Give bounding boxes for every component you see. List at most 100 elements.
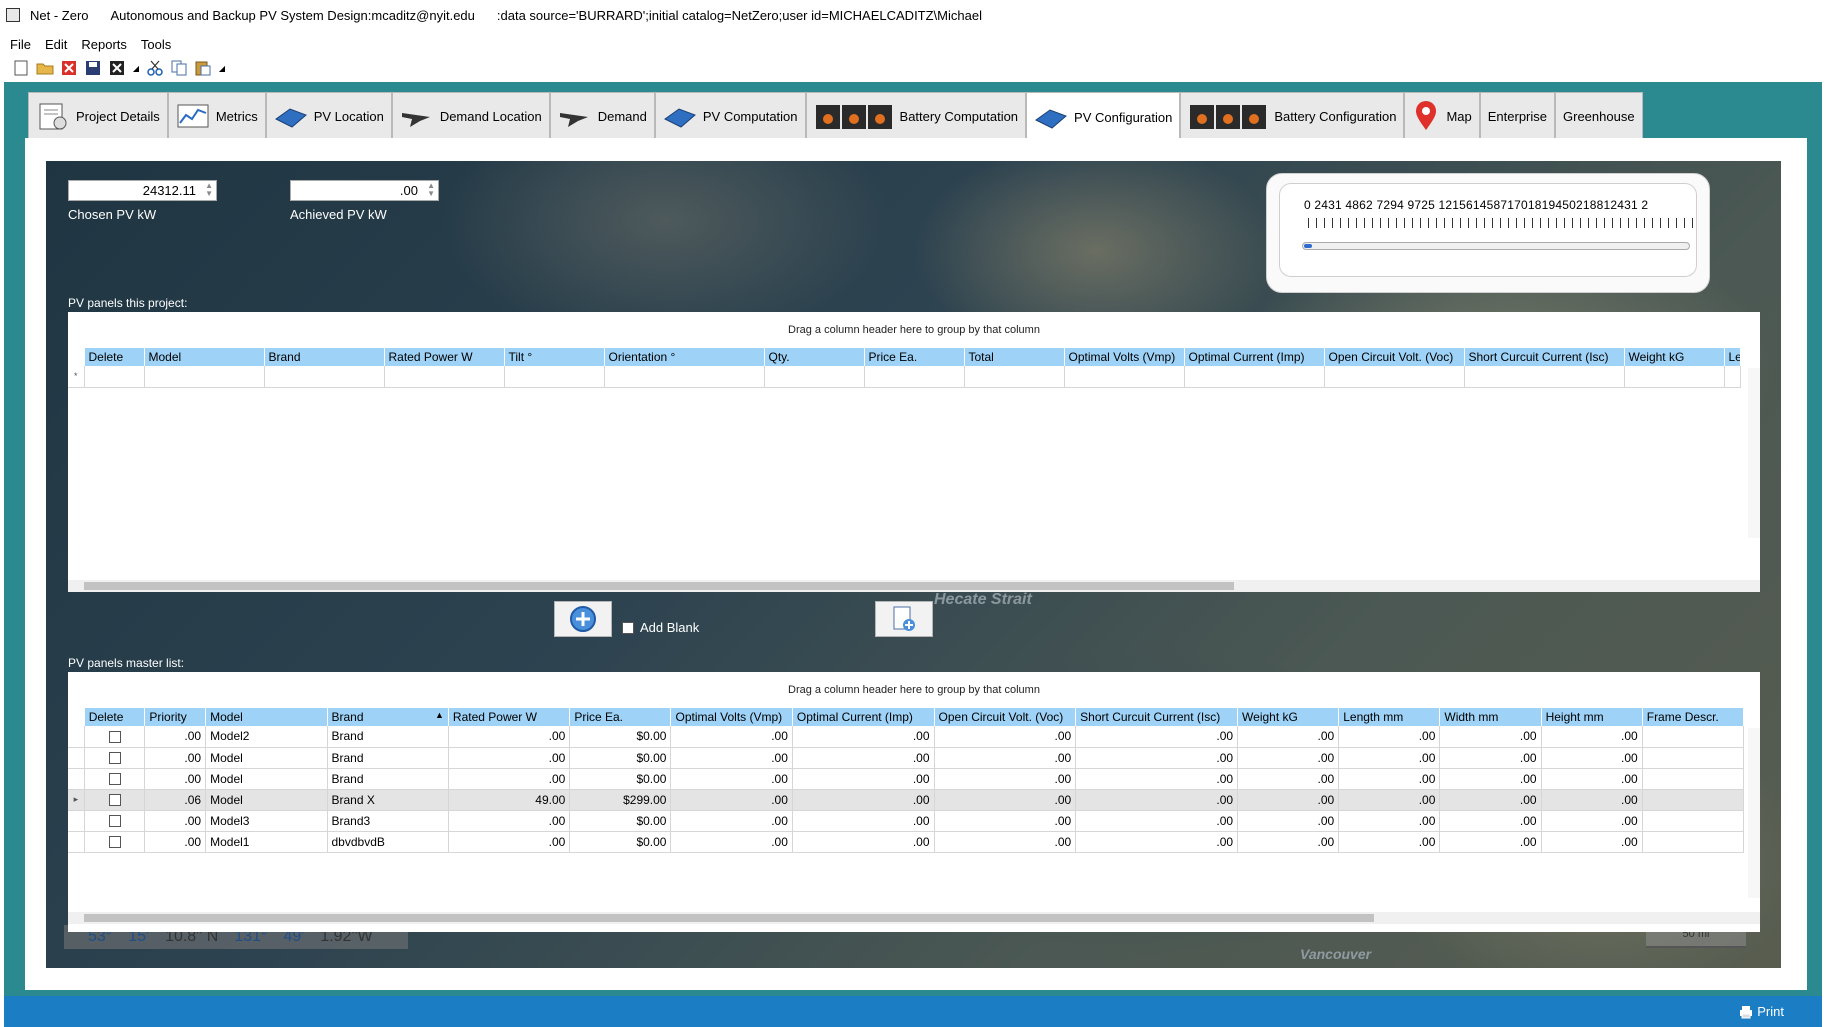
checkbox[interactable] xyxy=(108,815,121,828)
menu-file[interactable]: File xyxy=(10,37,31,52)
project-vscroll[interactable] xyxy=(1748,368,1760,538)
menu-tools[interactable]: Tools xyxy=(141,37,171,52)
delete-checkbox[interactable] xyxy=(84,789,146,811)
col-delete[interactable]: Delete xyxy=(84,708,146,726)
tab-project-details[interactable]: Project Details xyxy=(28,92,168,139)
copy-icon[interactable] xyxy=(170,59,188,77)
col-total[interactable]: Total xyxy=(964,348,1065,366)
delete-checkbox[interactable] xyxy=(84,810,146,832)
scroll-thumb[interactable] xyxy=(84,582,1234,590)
cut-icon[interactable] xyxy=(146,59,164,77)
checkbox[interactable] xyxy=(108,794,121,807)
tab-pv-configuration[interactable]: PV Configuration xyxy=(1026,92,1181,141)
col-rated-power[interactable]: Rated Power W xyxy=(384,348,505,366)
col-tilt[interactable]: Tilt ° xyxy=(504,348,605,366)
paste-icon[interactable] xyxy=(194,59,212,77)
checkbox[interactable] xyxy=(108,731,121,744)
open-folder-icon[interactable] xyxy=(36,59,54,77)
col-model[interactable]: Model xyxy=(144,348,265,366)
col-length[interactable]: Len xyxy=(1724,348,1741,366)
gauge-slider[interactable] xyxy=(1302,242,1690,250)
delete-checkbox[interactable] xyxy=(84,747,146,769)
checkbox[interactable] xyxy=(108,773,121,786)
col-price[interactable]: Price Ea. xyxy=(864,348,965,366)
cell-weight: .00 xyxy=(1237,831,1340,853)
master-hscroll[interactable] xyxy=(68,912,1760,924)
checkbox[interactable] xyxy=(108,752,121,765)
col-vmp[interactable]: Optimal Volts (Vmp) xyxy=(1064,348,1185,366)
col-voc[interactable]: Open Circuit Volt. (Voc) xyxy=(934,708,1077,726)
tab-battery-computation[interactable]: Battery Computation xyxy=(805,92,1027,139)
col-voc[interactable]: Open Circuit Volt. (Voc) xyxy=(1324,348,1465,366)
menu-reports[interactable]: Reports xyxy=(81,37,127,52)
col-height[interactable]: Height mm xyxy=(1541,708,1643,726)
tab-map[interactable]: Map xyxy=(1404,92,1480,139)
gauge-frame: 0 2431 4862 7294 9725 121561458717018194… xyxy=(1279,183,1700,277)
tab-demand-location[interactable]: Demand Location xyxy=(391,92,550,139)
new-row[interactable]: * xyxy=(68,366,1741,388)
chosen-pv-input[interactable]: 24312.11 ▲ ▼ xyxy=(68,180,217,201)
col-brand[interactable]: Brand ▲ xyxy=(327,708,449,726)
tab-battery-configuration[interactable]: Battery Configuration xyxy=(1180,92,1405,139)
delete-checkbox[interactable] xyxy=(84,726,146,748)
col-price[interactable]: Price Ea. xyxy=(569,708,672,726)
spinner-icon[interactable]: ▲ ▼ xyxy=(427,182,435,198)
battery-icon xyxy=(815,105,892,129)
tab-metrics[interactable]: Metrics xyxy=(167,92,266,139)
col-length[interactable]: Length mm xyxy=(1338,708,1441,726)
master-vscroll[interactable] xyxy=(1748,728,1760,898)
scroll-thumb[interactable] xyxy=(84,914,1374,922)
col-qty[interactable]: Qty. xyxy=(764,348,865,366)
delete-checkbox[interactable] xyxy=(84,831,146,853)
add-panel-button[interactable] xyxy=(554,601,612,637)
toolbar-dropdown-icon[interactable]: ◢ xyxy=(132,59,140,77)
cell-width: .00 xyxy=(1439,789,1542,811)
checkbox-box[interactable] xyxy=(622,621,634,634)
spinner-icon[interactable]: ▲ ▼ xyxy=(205,182,213,198)
col-width[interactable]: Width mm xyxy=(1439,708,1542,726)
cell-vmp: .00 xyxy=(670,831,793,853)
new-panel-button[interactable] xyxy=(875,601,933,637)
col-weight[interactable]: Weight kG xyxy=(1624,348,1725,366)
tab-demand[interactable]: Demand xyxy=(549,92,655,139)
menu-edit[interactable]: Edit xyxy=(45,37,67,52)
col-delete[interactable]: Delete xyxy=(84,348,145,366)
tab-enterprise[interactable]: Enterprise xyxy=(1479,92,1555,139)
tab-pv-computation[interactable]: PV Computation xyxy=(654,92,806,139)
col-frame[interactable]: Frame Descr. xyxy=(1642,708,1745,726)
col-brand[interactable]: Brand xyxy=(264,348,385,366)
save-icon[interactable] xyxy=(84,59,102,77)
table-row[interactable]: .00 Model1 dbvdbvdB .00 $0.00.00.00.00.00.00… xyxy=(68,831,1745,853)
col-imp[interactable]: Optimal Current (Imp) xyxy=(1184,348,1325,366)
close-black-icon[interactable] xyxy=(108,59,126,77)
col-weight[interactable]: Weight kG xyxy=(1237,708,1340,726)
col-imp[interactable]: Optimal Current (Imp) xyxy=(792,708,935,726)
table-row[interactable]: .00 Model3 Brand3.00 $0.00.00.00.00.00.00.0… xyxy=(68,810,1745,832)
col-isc[interactable]: Short Curcuit Current (Isc) xyxy=(1075,708,1239,726)
toolbar-dropdown-icon-2[interactable]: ◢ xyxy=(218,59,226,77)
table-row[interactable]: .00 Model2 Brand .00 $0.00.00.00.00.00.00.00… xyxy=(68,726,1745,748)
table-row[interactable]: .00 Model Brand .00 $0.00.00.00.00.00.00.00.… xyxy=(68,768,1745,790)
close-red-icon[interactable] xyxy=(60,59,78,77)
cell-frame xyxy=(1642,747,1745,769)
achieved-pv-input[interactable]: .00 ▲ ▼ xyxy=(290,180,439,201)
project-hscroll[interactable] xyxy=(68,580,1760,592)
table-row[interactable]: ▸ .06 Model Brand X 49.00 $299.00.00.00.00.00… xyxy=(68,789,1745,811)
checkbox[interactable] xyxy=(108,836,121,849)
col-rated-power[interactable]: Rated Power W xyxy=(448,708,571,726)
new-file-icon[interactable] xyxy=(12,59,30,77)
col-orientation[interactable]: Orientation ° xyxy=(604,348,765,366)
col-vmp[interactable]: Optimal Volts (Vmp) xyxy=(670,708,793,726)
add-blank-checkbox[interactable]: Add Blank xyxy=(622,620,699,635)
tab-pv-location[interactable]: PV Location xyxy=(265,92,392,139)
tab-greenhouse[interactable]: Greenhouse xyxy=(1555,92,1643,139)
tab-label: Demand xyxy=(597,108,647,124)
cell-imp: .00 xyxy=(792,768,935,790)
col-isc[interactable]: Short Curcuit Current (Isc) xyxy=(1464,348,1625,366)
delete-checkbox[interactable] xyxy=(84,768,146,790)
print-button[interactable]: Print xyxy=(1739,1004,1784,1019)
table-row[interactable]: .00 Model Brand .00 $0.00.00.00.00.00.00.00.… xyxy=(68,747,1745,769)
cell-imp: .00 xyxy=(792,747,935,769)
col-priority[interactable]: Priority xyxy=(144,708,207,726)
col-model[interactable]: Model xyxy=(205,708,328,726)
